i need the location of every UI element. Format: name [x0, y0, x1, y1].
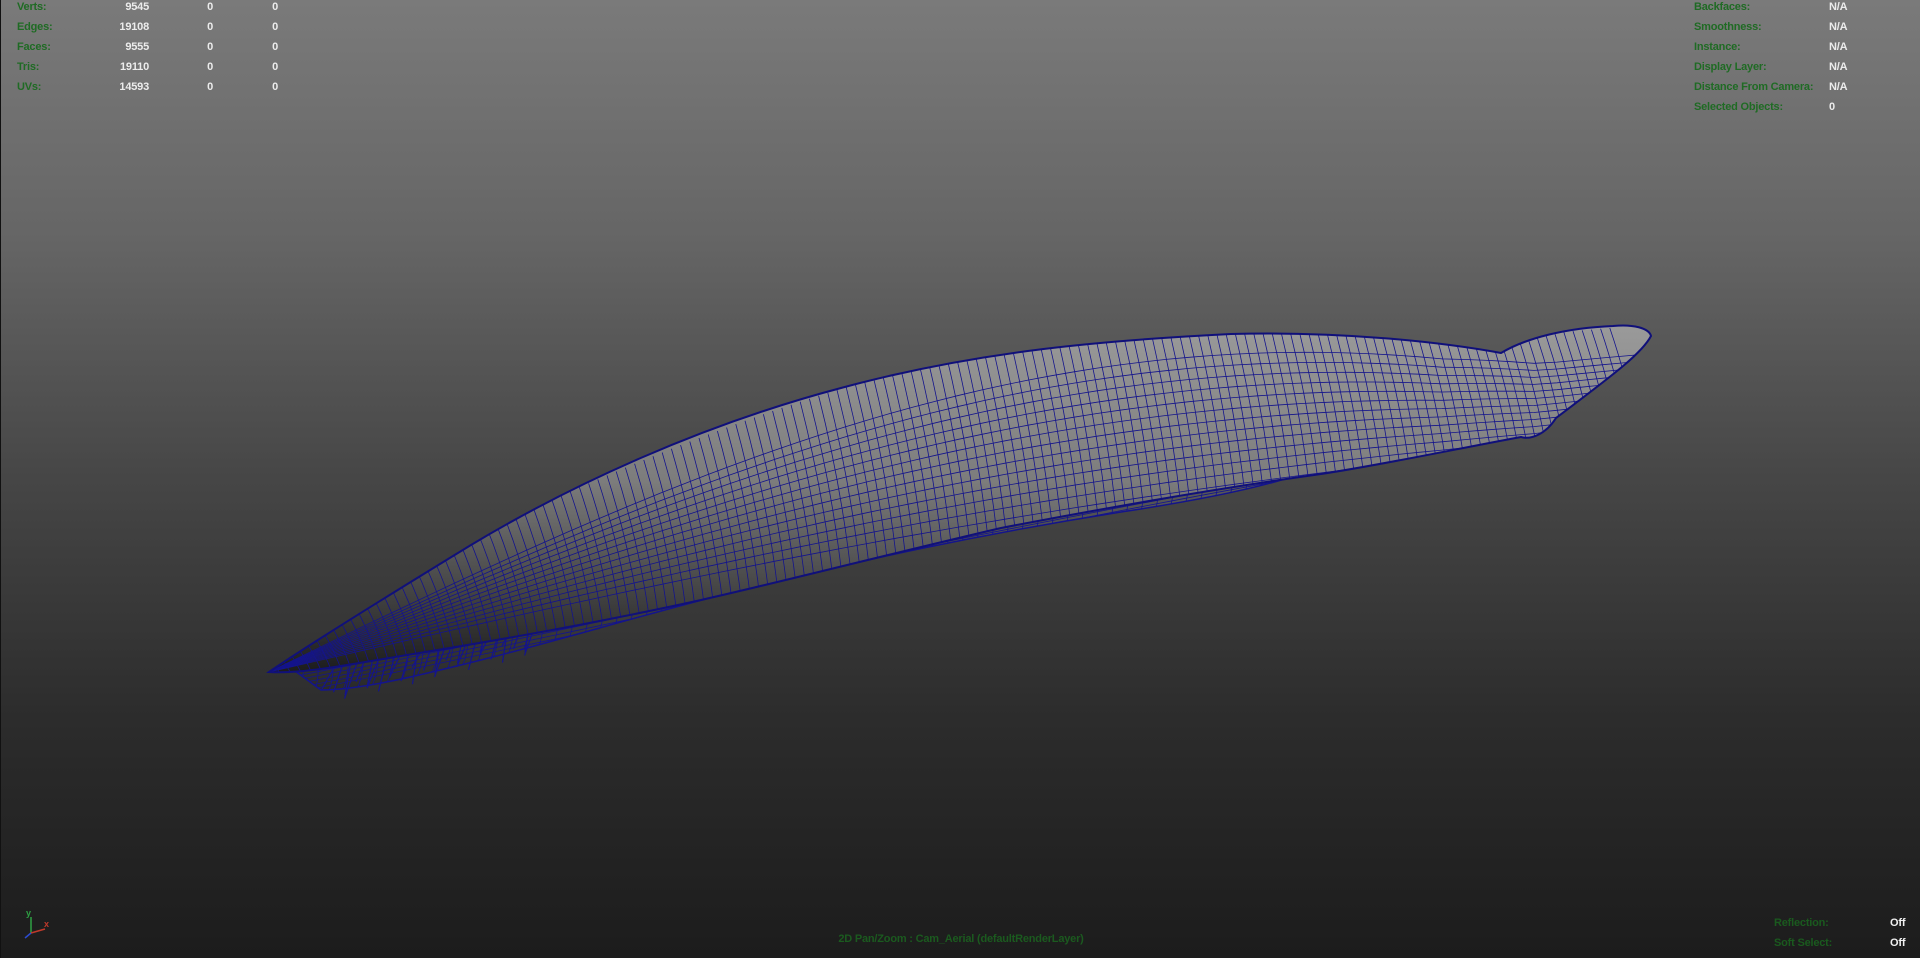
setting-row: Soft Select: Off [1774, 933, 1914, 953]
axis-x-label: x [44, 919, 49, 929]
setting-row: Reflection: Off [1774, 913, 1914, 933]
stat-selected-uv: 0 [272, 1, 278, 13]
camera-label: 2D Pan/Zoom : Cam_Aerial (defaultRenderL… [838, 933, 1084, 945]
wireframe-mesh[interactable] [1, 0, 1920, 958]
axis-y-label: y [26, 908, 31, 918]
info-value: N/A [1829, 21, 1848, 33]
stat-row: Faces: 9555 0 0 [17, 37, 278, 57]
stat-total: 19110 [120, 61, 149, 73]
info-value: 0 [1829, 101, 1835, 113]
stat-selected: 0 [207, 1, 213, 13]
setting-value: Off [1890, 917, 1906, 929]
stat-label: Edges: [17, 21, 53, 33]
info-row: Distance From Camera: N/A [1694, 77, 1914, 97]
stat-total: 19108 [119, 21, 149, 33]
info-label: Backfaces: [1694, 1, 1751, 13]
stat-row: UVs: 14593 0 0 [17, 77, 278, 97]
info-label: Smoothness: [1694, 21, 1762, 33]
info-row: Backfaces: N/A [1694, 0, 1914, 17]
stat-row: Verts: 9545 0 0 [17, 0, 278, 17]
stat-total: 9545 [125, 1, 149, 13]
stat-label: Verts: [17, 1, 47, 13]
stat-selected-uv: 0 [272, 81, 278, 93]
stat-selected: 0 [207, 21, 213, 33]
stat-selected-uv: 0 [272, 21, 278, 33]
setting-value: Off [1890, 937, 1906, 949]
stat-total: 14593 [119, 81, 149, 93]
info-row: Selected Objects: 0 [1694, 97, 1914, 117]
info-value: N/A [1829, 41, 1848, 53]
setting-label: Soft Select: [1774, 937, 1833, 949]
stat-label: UVs: [17, 81, 42, 93]
stat-row: Tris: 19110 0 0 [17, 57, 278, 77]
info-label: Display Layer: [1694, 61, 1767, 73]
setting-label: Reflection: [1774, 917, 1829, 929]
stat-selected-uv: 0 [272, 61, 278, 73]
poly-count-hud: Verts: 9545 0 0 Edges: 19108 0 0 Faces: 9555 0 0 Tri… [17, 0, 278, 97]
axis-gizmo-icon: y x [24, 908, 49, 939]
stat-selected: 0 [207, 41, 213, 53]
info-value: N/A [1829, 61, 1848, 73]
3d-viewport[interactable]: Verts: 9545 0 0 Edges: 19108 0 0 Faces: 9555 0 0 Tri… [0, 0, 1920, 958]
stat-row: Edges: 19108 0 0 [17, 17, 278, 37]
stat-label: Tris: [17, 61, 40, 73]
info-row: Smoothness: N/A [1694, 17, 1914, 37]
info-label: Selected Objects: [1694, 101, 1783, 113]
stat-selected: 0 [207, 61, 213, 73]
stat-label: Faces: [17, 41, 51, 53]
info-row: Instance: N/A [1694, 37, 1914, 57]
stat-selected-uv: 0 [272, 41, 278, 53]
info-row: Display Layer: N/A [1694, 57, 1914, 77]
viewport-settings-hud: Reflection: Off Soft Select: Off [1774, 913, 1914, 953]
stat-total: 9555 [125, 41, 149, 53]
info-value: N/A [1829, 1, 1848, 13]
info-label: Distance From Camera: [1694, 81, 1814, 93]
info-value: N/A [1829, 81, 1848, 93]
stat-selected: 0 [207, 81, 213, 93]
info-label: Instance: [1694, 41, 1741, 53]
object-info-hud: Backfaces: N/A Smoothness: N/A Instance: N/A D… [1694, 0, 1914, 117]
